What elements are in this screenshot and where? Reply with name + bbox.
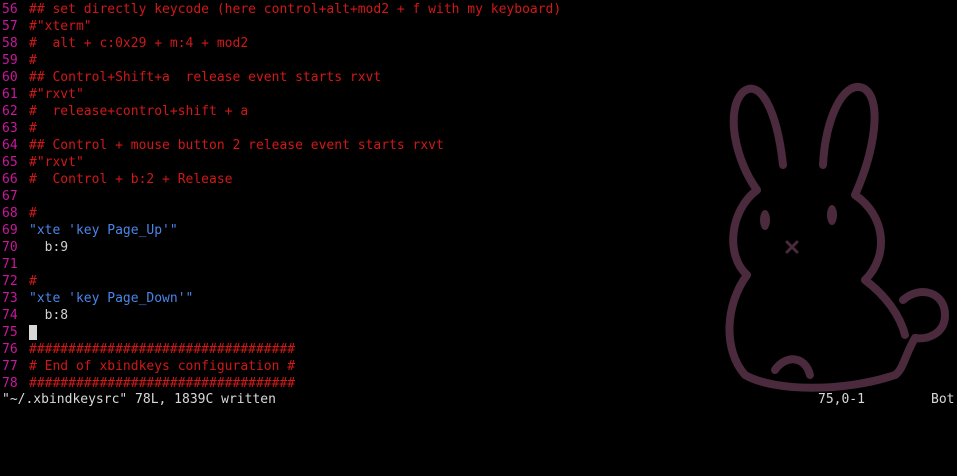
- line-number: 67: [2, 189, 18, 204]
- scroll-indicator: Bot: [931, 392, 955, 407]
- editor-line[interactable]: 61 #"rxvt": [0, 86, 561, 103]
- line-text: #: [29, 206, 37, 221]
- editor-line[interactable]: 58 # alt + c:0x29 + m:4 + mod2: [0, 35, 561, 52]
- line-text: b:9: [29, 240, 69, 255]
- line-text: "xte 'key Page_Up'": [29, 223, 178, 238]
- editor-line[interactable]: 68 #: [0, 205, 561, 222]
- line-number: 73: [2, 291, 18, 306]
- editor-line[interactable]: 78 ##################################: [0, 375, 561, 392]
- status-line: "~/.xbindkeysrc" 78L, 1839C written 75,0…: [0, 391, 957, 408]
- line-number: 63: [2, 121, 18, 136]
- line-text: # Control + b:2 + Release: [29, 172, 233, 187]
- line-number: 72: [2, 274, 18, 289]
- line-number: 66: [2, 172, 18, 187]
- line-text: ## Control + mouse button 2 release even…: [29, 138, 444, 153]
- line-number: 68: [2, 206, 18, 221]
- line-number: 70: [2, 240, 18, 255]
- line-text: ##################################: [29, 342, 296, 357]
- editor-line[interactable]: 70 b:9: [0, 239, 561, 256]
- editor-line[interactable]: 75: [0, 324, 561, 341]
- line-number: 59: [2, 53, 18, 68]
- line-text: #"rxvt": [29, 87, 84, 102]
- editor-line[interactable]: 73 "xte 'key Page_Down'": [0, 290, 561, 307]
- line-text: "xte 'key Page_Down'": [29, 291, 194, 306]
- line-text: b:8: [29, 308, 69, 323]
- cursor-position: 75,0-1: [818, 392, 865, 407]
- line-text: #"rxvt": [29, 155, 84, 170]
- editor-line[interactable]: 66 # Control + b:2 + Release: [0, 171, 561, 188]
- line-text: #"xterm": [29, 19, 92, 34]
- line-number: 58: [2, 36, 18, 51]
- editor-line[interactable]: 74 b:8: [0, 307, 561, 324]
- line-number: 75: [2, 325, 18, 340]
- line-number: 62: [2, 104, 18, 119]
- line-text: ## set directly keycode (here control+al…: [29, 2, 562, 17]
- line-text: # release+control+shift + a: [29, 104, 249, 119]
- editor-line[interactable]: 69 "xte 'key Page_Up'": [0, 222, 561, 239]
- line-number: 61: [2, 87, 18, 102]
- line-text: #: [29, 53, 37, 68]
- editor-line[interactable]: 77 # End of xbindkeys configuration #: [0, 358, 561, 375]
- editor-line[interactable]: 71: [0, 256, 561, 273]
- line-number: 57: [2, 19, 18, 34]
- editor-line[interactable]: 60 ## Control+Shift+a release event start…: [0, 69, 561, 86]
- line-number: 64: [2, 138, 18, 153]
- line-number: 60: [2, 70, 18, 85]
- line-text: #: [29, 274, 37, 289]
- line-text: ## Control+Shift+a release event starts …: [29, 70, 382, 85]
- editor-line[interactable]: 56 ## set directly keycode (here control+…: [0, 1, 561, 18]
- line-text: ##################################: [29, 376, 296, 391]
- line-number: 78: [2, 376, 18, 391]
- line-number: 74: [2, 308, 18, 323]
- terminal-window[interactable]: 56 ## set directly keycode (here control+…: [0, 0, 957, 410]
- editor-line[interactable]: 65 #"rxvt": [0, 154, 561, 171]
- line-text: # alt + c:0x29 + m:4 + mod2: [29, 36, 249, 51]
- editor-line[interactable]: 67: [0, 188, 561, 205]
- line-text: #: [29, 121, 37, 136]
- editor-line[interactable]: 63 #: [0, 120, 561, 137]
- editor-line[interactable]: 59 #: [0, 52, 561, 69]
- editor-buffer[interactable]: 56 ## set directly keycode (here control+…: [0, 1, 561, 392]
- editor-line[interactable]: 57 #"xterm": [0, 18, 561, 35]
- editor-line[interactable]: 76 ##################################: [0, 341, 561, 358]
- line-number: 69: [2, 223, 18, 238]
- editor-line[interactable]: 72 #: [0, 273, 561, 290]
- editor-line[interactable]: 62 # release+control+shift + a: [0, 103, 561, 120]
- line-number: 71: [2, 257, 18, 272]
- bunny-outline-icon: [725, 83, 949, 392]
- line-number: 76: [2, 342, 18, 357]
- line-number: 65: [2, 155, 18, 170]
- editor-line[interactable]: 64 ## Control + mouse button 2 release ev…: [0, 137, 561, 154]
- line-number: 77: [2, 359, 18, 374]
- line-number: 56: [2, 2, 18, 17]
- line-text: # End of xbindkeys configuration #: [29, 359, 296, 374]
- text-cursor: [29, 325, 37, 340]
- status-message: "~/.xbindkeysrc" 78L, 1839C written: [2, 392, 276, 407]
